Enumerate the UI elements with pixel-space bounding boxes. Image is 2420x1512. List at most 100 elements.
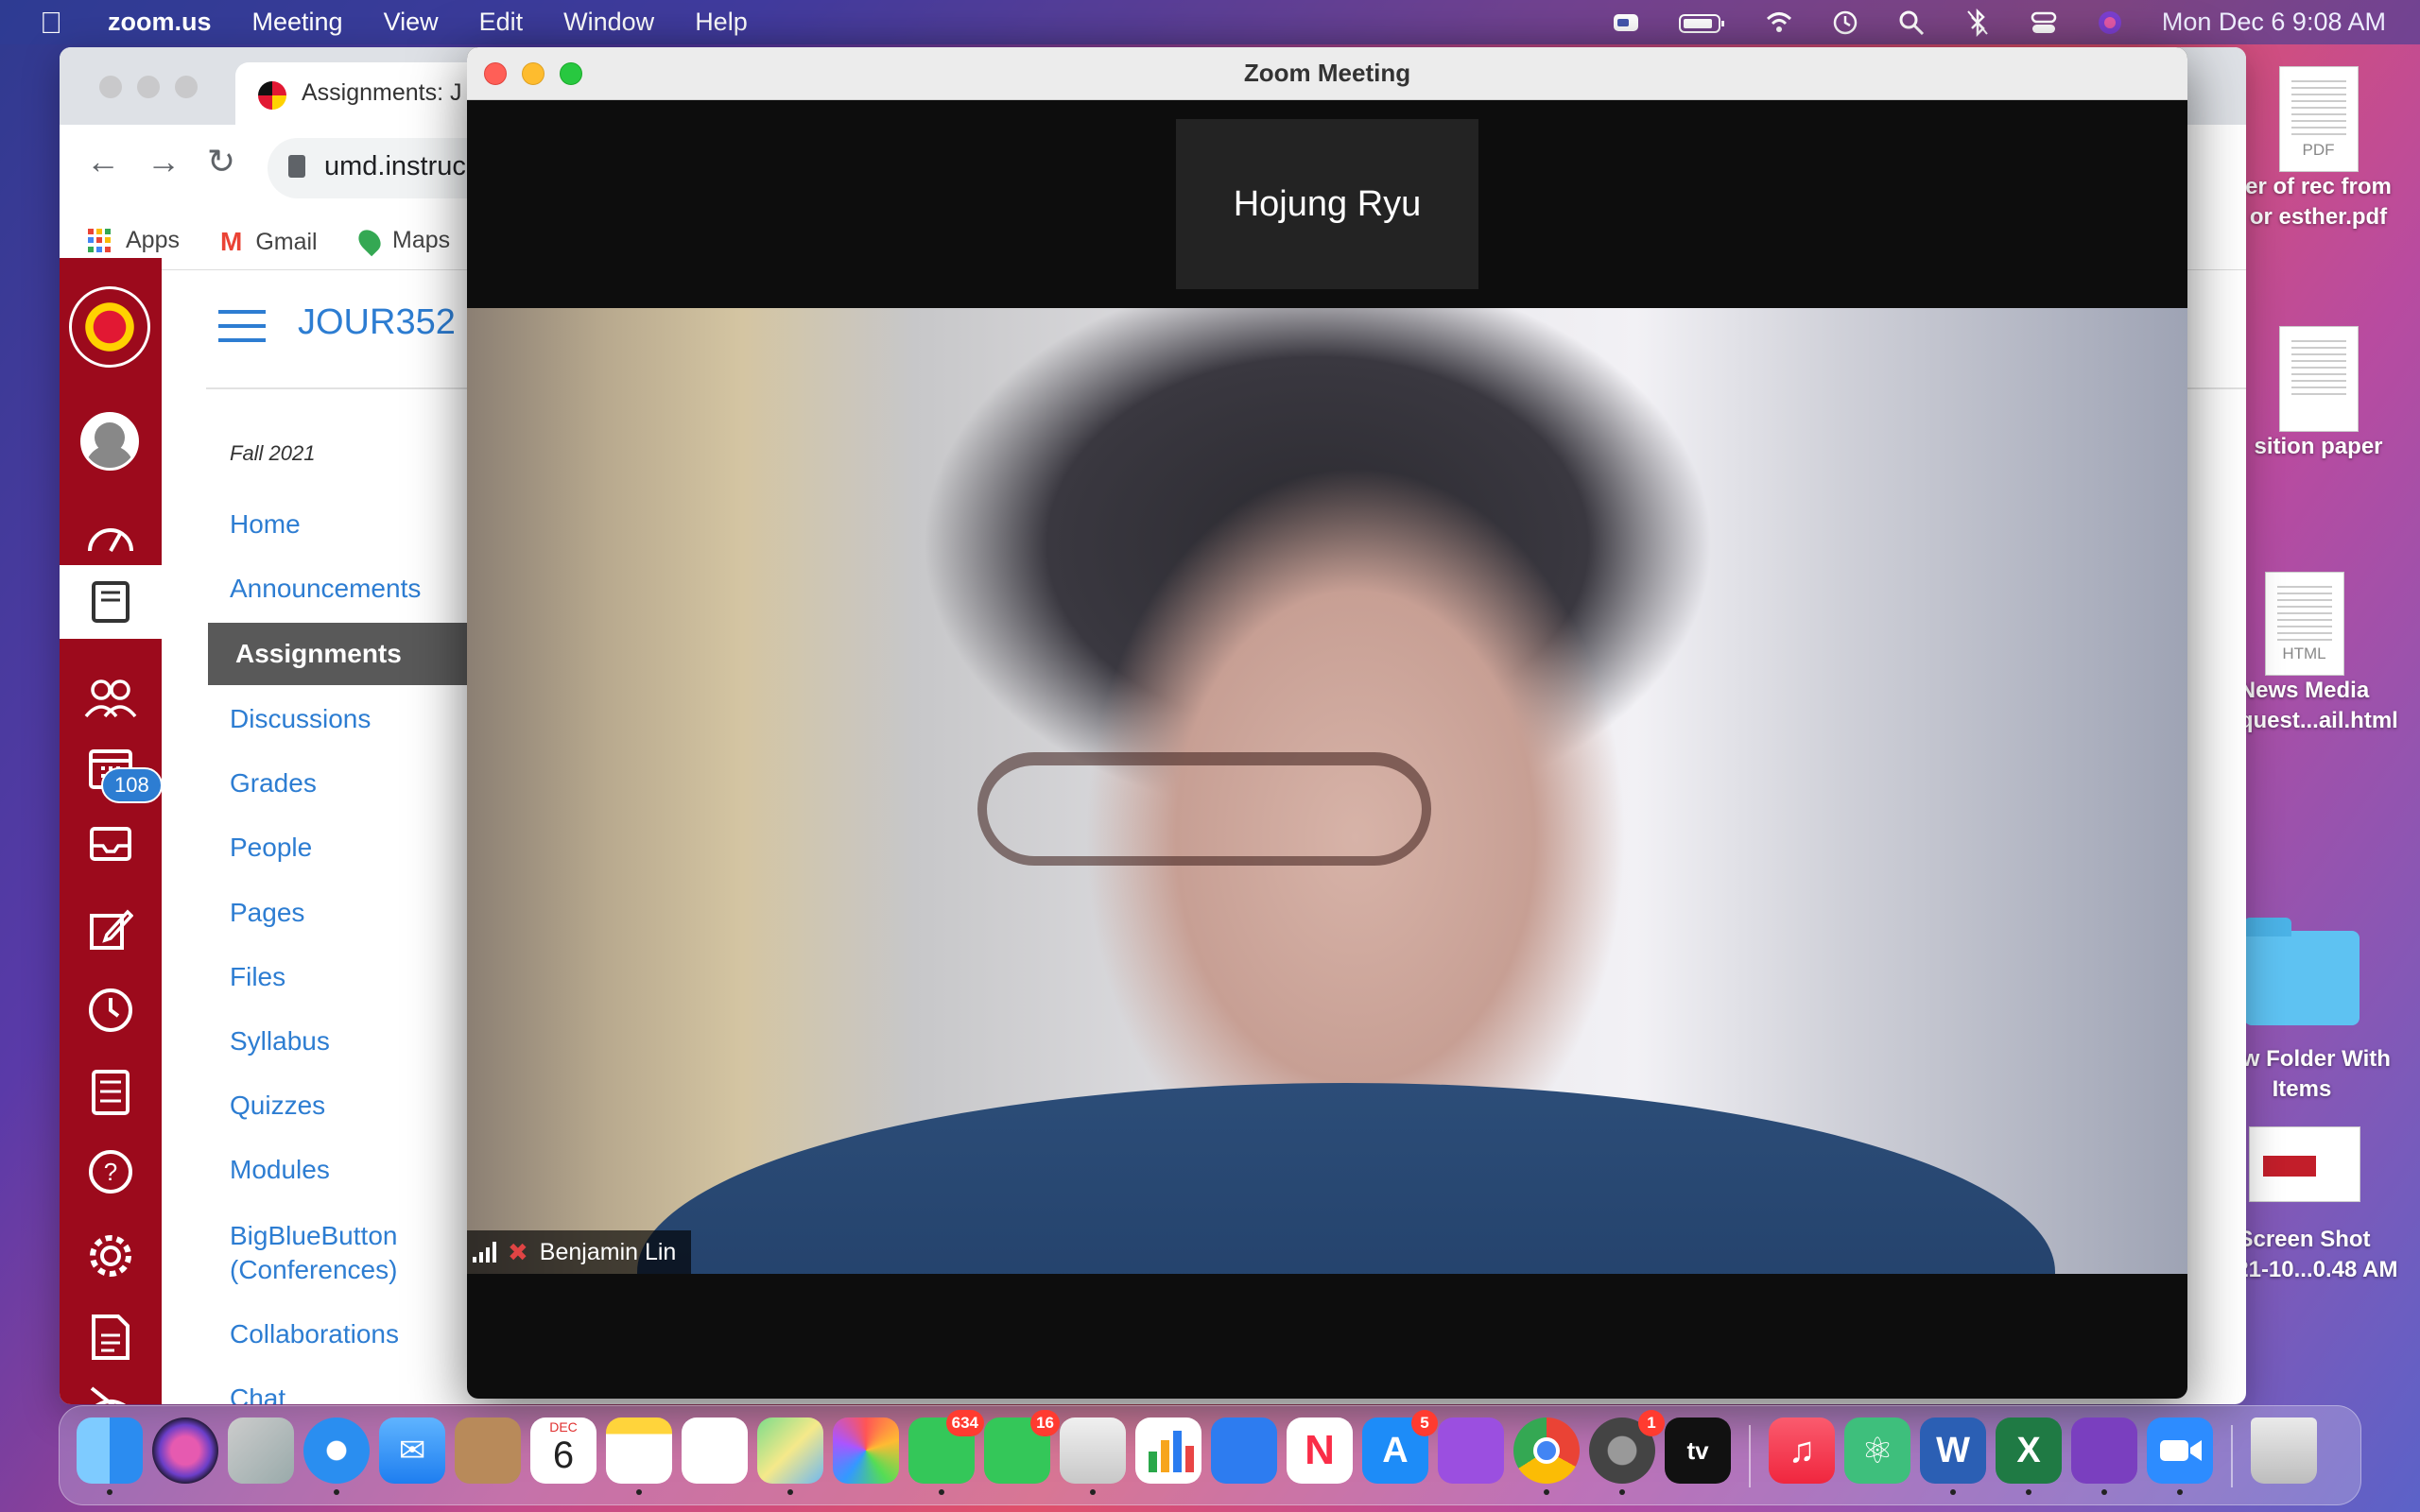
desktop-file-paper[interactable]: sition paper [2217,326,2420,462]
dock-reminders-icon[interactable] [682,1418,748,1484]
apple-menu-icon[interactable]:  [40,6,62,41]
reload-icon[interactable]: ↻ [207,142,235,181]
maps-pin-icon [354,225,386,256]
siri-icon[interactable] [2096,9,2124,37]
time-machine-icon[interactable] [1831,9,1859,37]
zoom-status-icon[interactable] [1612,9,1640,37]
dashboard-icon[interactable] [60,498,162,574]
dock-zoom-icon[interactable] [2147,1418,2213,1495]
account-avatar[interactable] [80,412,139,471]
course-nav-quizzes[interactable]: Quizzes [230,1089,325,1123]
edit-pencil-icon[interactable] [60,891,162,967]
wifi-icon[interactable] [1765,9,1793,37]
course-nav-modules[interactable]: Modules [230,1153,330,1187]
tab-title: Assignments: J [302,79,462,106]
control-center-icon[interactable] [2030,9,2058,37]
dock-podcasts-icon[interactable] [1438,1418,1504,1484]
courses-icon[interactable] [60,565,162,639]
history-clock-icon[interactable] [60,972,162,1048]
spotlight-search-icon[interactable] [1897,9,1926,37]
status-menus: Mon Dec 6 9:08 AM [1612,8,2386,37]
dock-tv-icon[interactable]: tv [1665,1418,1731,1484]
zoom-window-title: Zoom Meeting [1243,59,1411,87]
dock-launchpad-icon[interactable] [228,1418,294,1484]
dock-safari-icon[interactable] [303,1418,370,1495]
inbox-icon[interactable] [60,804,162,880]
zoom-window-button[interactable] [175,76,198,98]
menu-clock[interactable]: Mon Dec 6 9:08 AM [2162,8,2386,37]
course-nav-chat[interactable]: Chat [230,1382,285,1404]
desktop-file-pdf[interactable]: PDF er of rec from or esther.pdf [2217,66,2420,232]
course-nav-pages[interactable]: Pages [230,896,304,930]
dock-contacts-icon[interactable] [455,1418,521,1484]
commons-icon[interactable] [60,1055,162,1130]
calendar-day: 6 [552,1435,575,1476]
menu-view[interactable]: View [384,8,439,37]
menu-meeting[interactable]: Meeting [252,8,343,37]
participant-thumbnail-name: Hojung Ryu [1233,183,1422,224]
close-window-button[interactable] [99,76,122,98]
dock-mail-icon[interactable]: ✉ [379,1418,445,1484]
participant-thumbnail[interactable]: Hojung Ryu [1176,119,1478,289]
dock-facetime-icon[interactable]: 16 [984,1410,1060,1484]
course-breadcrumb[interactable]: JOUR352 [298,302,456,343]
menu-app-name[interactable]: zoom.us [108,8,212,37]
help-icon[interactable]: ? [60,1134,162,1210]
pdf-document-icon: PDF [2278,66,2359,172]
dock-numbers-icon[interactable] [1135,1418,1201,1484]
course-nav-bigbluebutton[interactable]: BigBlueButton [230,1219,397,1253]
collapse-nav-icon[interactable] [60,1364,162,1404]
menu-edit[interactable]: Edit [479,8,524,37]
hamburger-menu-icon[interactable] [218,310,266,352]
dock-siri-icon[interactable] [152,1418,218,1484]
minimize-window-button[interactable] [137,76,160,98]
bookmark-gmail[interactable]: M Gmail [220,227,318,257]
bookmark-maps[interactable]: Maps [354,225,450,256]
dock-maps-icon[interactable] [757,1418,823,1495]
app-store-badge: 5 [1411,1410,1438,1436]
course-nav-home[interactable]: Home [230,507,301,541]
dock-preview-icon[interactable] [1060,1418,1126,1495]
facetime-badge: 16 [1030,1410,1060,1436]
settings-gear-icon[interactable] [60,1218,162,1294]
dock-word-icon[interactable]: W [1920,1418,1986,1495]
menu-help[interactable]: Help [695,8,748,37]
dock-app-store-icon[interactable]: A5 [1362,1410,1438,1484]
bluetooth-off-icon[interactable] [1963,8,1992,37]
dock-news-icon[interactable]: N [1287,1418,1353,1484]
course-nav-grades[interactable]: Grades [230,766,317,800]
course-nav-discussions[interactable]: Discussions [230,702,371,736]
dock-finder-icon[interactable] [77,1418,143,1495]
inbox-unread-badge: 108 [101,767,163,803]
course-nav-bigbluebutton-line2[interactable]: (Conferences) [230,1253,397,1287]
document-icon [2278,326,2359,432]
groups-icon[interactable] [60,660,162,735]
dock-chrome-icon[interactable] [1513,1418,1580,1495]
dock-photos-icon[interactable] [833,1418,899,1484]
menu-window[interactable]: Window [563,8,654,37]
course-nav-people[interactable]: People [230,831,312,865]
dock-system-preferences-icon[interactable]: 1 [1589,1410,1665,1495]
dock-calendar-icon[interactable]: DEC 6 [530,1418,596,1484]
dock-keynote-icon[interactable] [1211,1418,1277,1484]
forward-arrow-icon[interactable]: → [147,142,181,181]
course-nav-syllabus[interactable]: Syllabus [230,1024,330,1058]
back-arrow-icon[interactable]: ← [86,142,120,181]
battery-icon[interactable] [1678,9,1727,37]
dock-notes-icon[interactable] [606,1418,672,1495]
course-nav-announcements[interactable]: Announcements [230,572,421,606]
course-nav-assignments[interactable]: Assignments [208,623,492,685]
dock-messages-icon[interactable]: 634 [908,1410,984,1495]
course-term: Fall 2021 [230,441,316,465]
dock-music-icon[interactable]: ♫ [1769,1418,1835,1484]
course-nav-files[interactable]: Files [230,960,285,994]
bookmark-apps[interactable]: Apps [88,227,180,254]
dock-atom-icon[interactable]: ⚛ [1844,1418,1910,1484]
screenshot-thumbnail-icon [2248,1126,2360,1202]
dock-github-desktop-icon[interactable] [2071,1418,2137,1495]
active-speaker-video[interactable] [467,308,2187,1274]
umd-logo[interactable] [69,286,150,368]
dock-trash-icon[interactable] [2251,1418,2317,1484]
course-nav-collaborations[interactable]: Collaborations [230,1317,399,1351]
dock-excel-icon[interactable]: X [1996,1418,2062,1495]
